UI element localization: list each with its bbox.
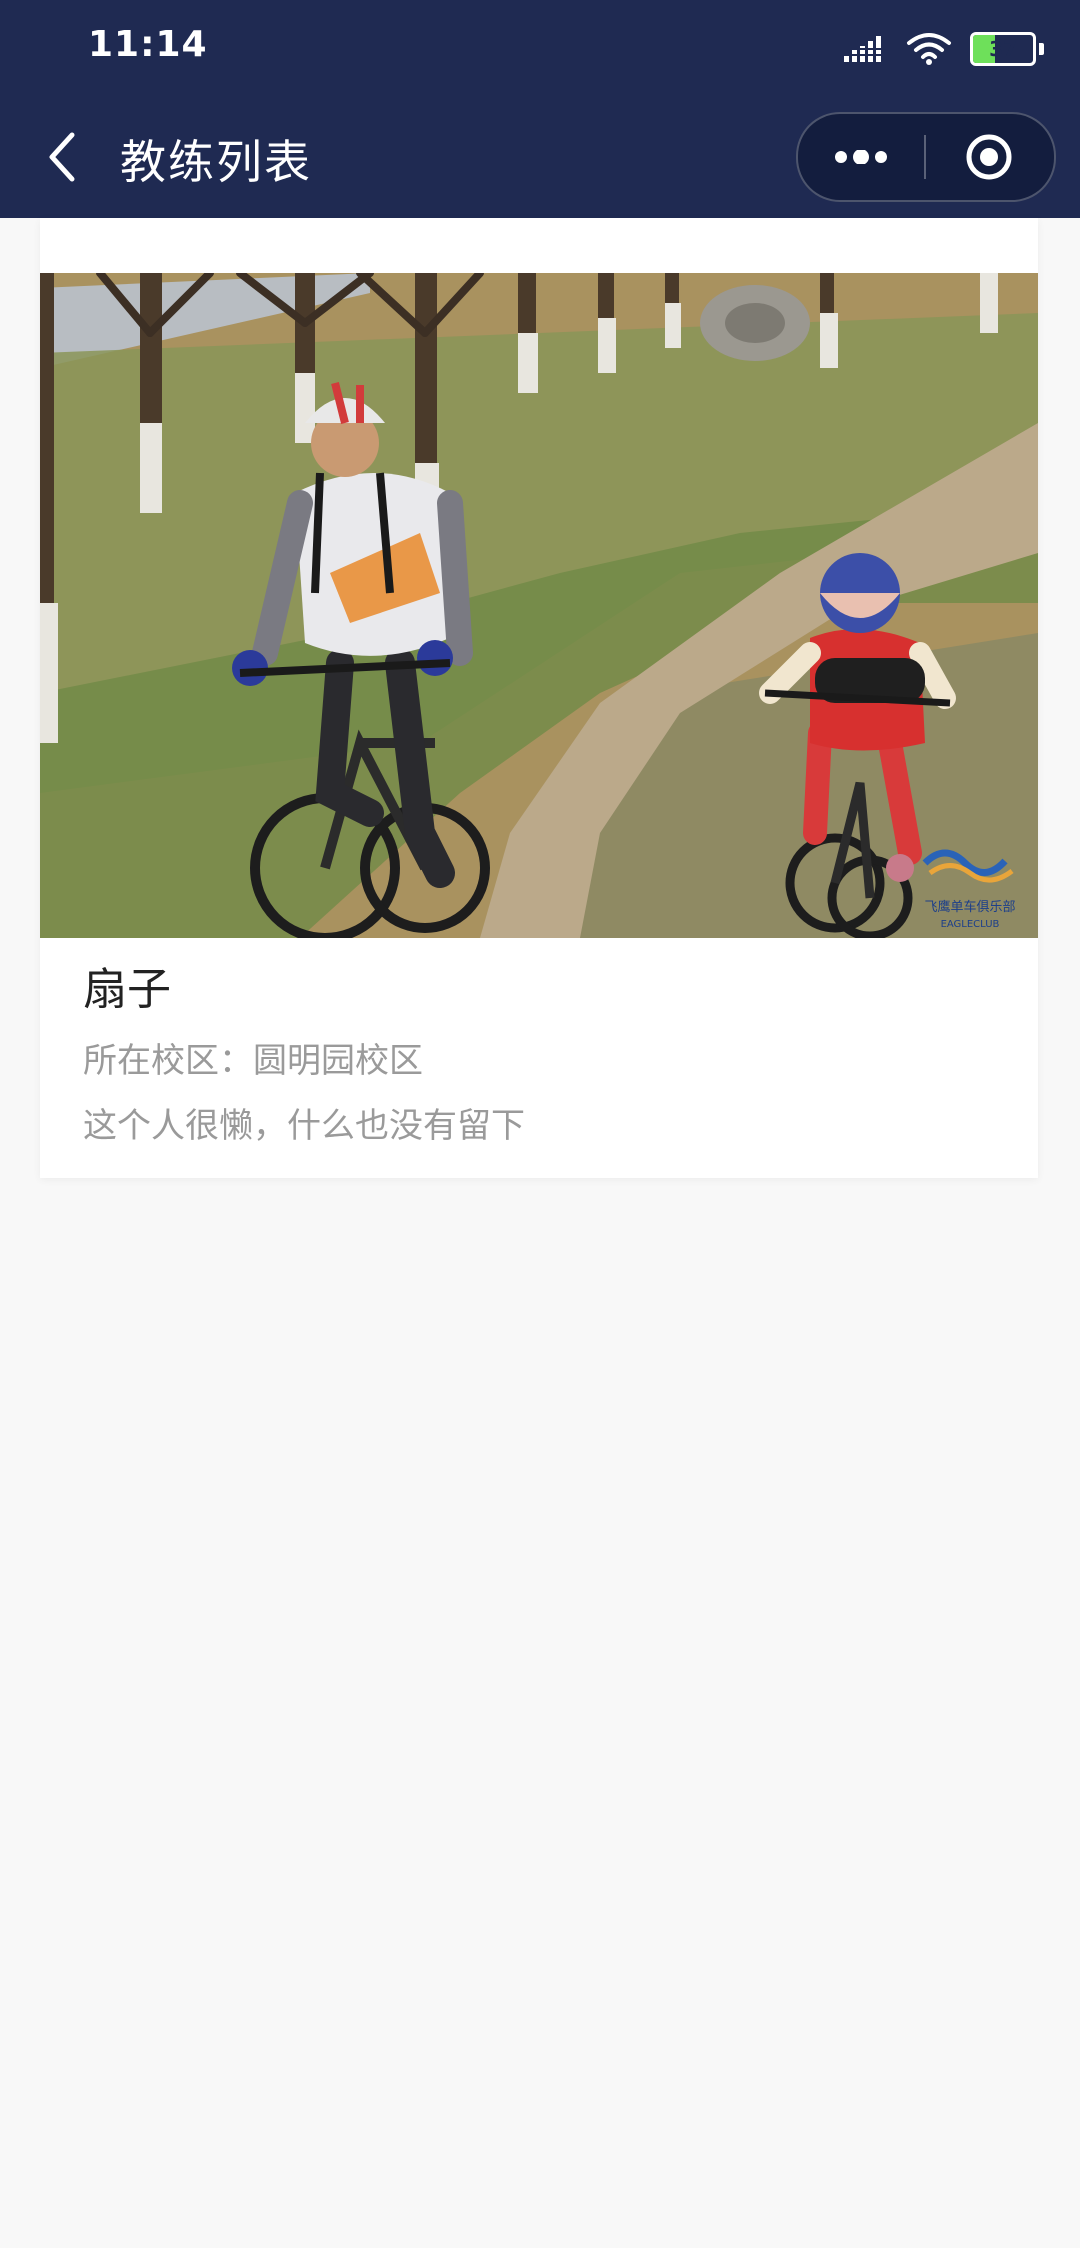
wifi-icon — [907, 33, 951, 65]
chevron-left-icon — [49, 132, 75, 182]
watermark-text-en: EAGLECLUB — [941, 919, 1000, 930]
coach-info: 扇子 所在校区： 圆明园校区 这个人很懒，什么也没有留下 — [83, 953, 998, 1163]
target-close-icon — [966, 134, 1012, 180]
page-title: 教练列表 — [120, 135, 312, 189]
battery-icon: 37 — [970, 32, 1036, 66]
nav-bar: 教练列表 — [0, 96, 1080, 218]
coach-photo: 飞鹰单车俱乐部 EAGLECLUB — [40, 273, 1038, 938]
battery-level-label: 37 — [989, 37, 1017, 61]
coach-campus-label: 所在校区： — [83, 1041, 253, 1081]
coach-card[interactable]: 飞鹰单车俱乐部 EAGLECLUB 扇子 所在校区： 圆明园校区 这个人很懒，什… — [40, 218, 1038, 1178]
status-time: 11:14 — [88, 24, 208, 65]
coach-bio: 这个人很懒，什么也没有留下 — [83, 1106, 525, 1146]
coach-campus: 所在校区： 圆明园校区 — [83, 1033, 998, 1082]
battery-cap — [1039, 43, 1044, 55]
status-bar: 11:14 37 — [0, 0, 1080, 96]
close-mini-program-button[interactable] — [926, 114, 1052, 200]
mini-program-capsule — [796, 112, 1056, 202]
coach-name: 扇子 — [83, 964, 171, 1015]
more-button[interactable] — [798, 114, 924, 200]
watermark-text: 飞鹰单车俱乐部 — [924, 899, 1015, 915]
back-button[interactable] — [28, 122, 98, 192]
coach-photo-illustration: 飞鹰单车俱乐部 EAGLECLUB — [40, 273, 1038, 938]
signal-icon — [844, 36, 888, 62]
status-icons: 37 — [844, 26, 1044, 72]
coach-campus-value: 圆明园校区 — [253, 1041, 423, 1081]
more-dots-icon — [835, 150, 887, 164]
